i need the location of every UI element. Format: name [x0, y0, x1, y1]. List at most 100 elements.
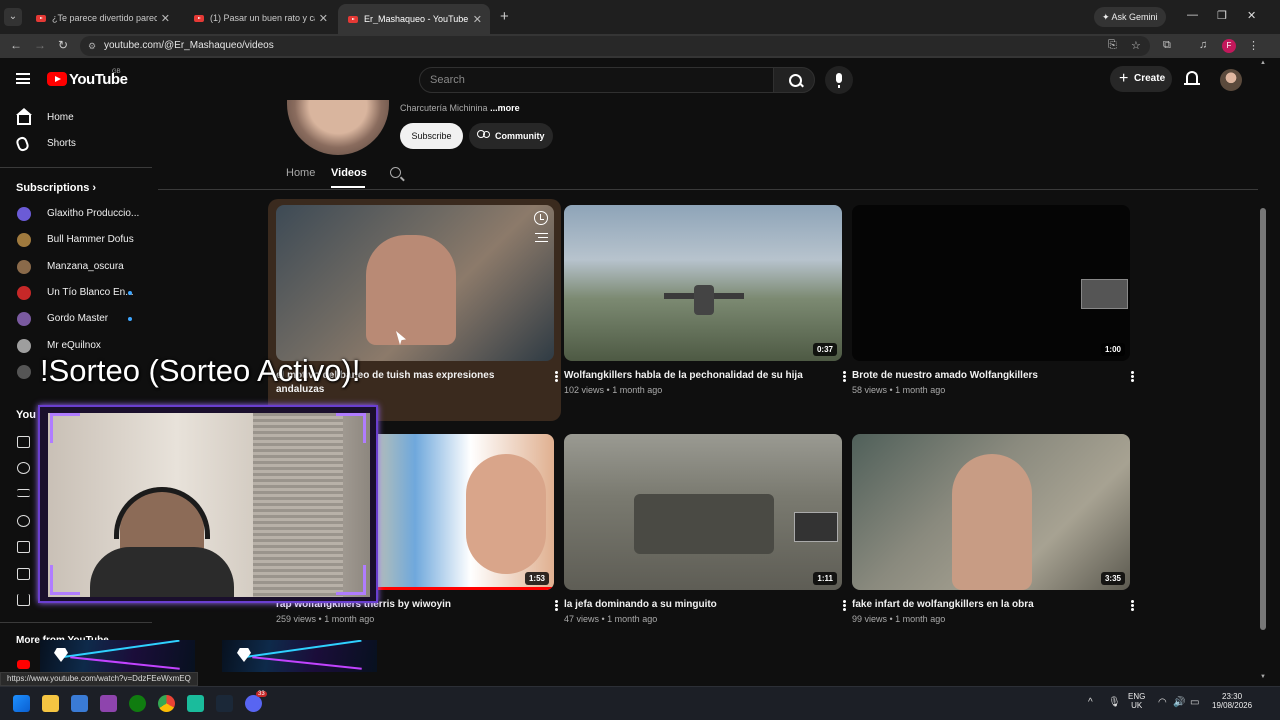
you-heading[interactable]: You [16, 409, 36, 421]
account-avatar[interactable] [1220, 69, 1242, 91]
sidebar-subscription[interactable]: Manzana_oscura [0, 254, 150, 280]
back-icon[interactable]: ← [10, 38, 22, 52]
volume-icon[interactable]: 🔊 [1173, 697, 1185, 708]
your-channel-icon[interactable] [17, 436, 30, 448]
start-menu-icon[interactable] [13, 695, 30, 712]
frame-corner [50, 565, 80, 595]
channel-avatar-large[interactable] [287, 100, 389, 155]
menu-icon[interactable] [16, 73, 30, 84]
restore-icon[interactable]: ❐ [1217, 9, 1227, 22]
youtube-premium-icon[interactable] [17, 660, 30, 669]
forward-icon[interactable]: → [34, 38, 46, 52]
media-control-icon[interactable]: ♫ [1199, 39, 1207, 51]
tab-videos[interactable]: Videos [331, 167, 367, 179]
extensions-icon[interactable]: ⧉ [1163, 39, 1171, 52]
video-title[interactable]: fake infart de wolfangkillers en la obra [852, 598, 1102, 612]
close-window-icon[interactable]: ✕ [1247, 9, 1256, 22]
steam-icon[interactable] [216, 695, 233, 712]
video-thumbnail[interactable] [276, 205, 554, 361]
tab-search-button[interactable]: ⌄ [4, 8, 22, 26]
video-duration: 1:53 [524, 572, 549, 585]
app-icon[interactable] [187, 695, 204, 712]
your-videos-icon[interactable] [17, 568, 30, 580]
scrollbar-thumb[interactable] [1260, 208, 1266, 630]
browser-toolbar: ← → ↻ ⚙ youtube.com/@Er_Mashaqueo/videos… [0, 34, 1280, 58]
browser-tab[interactable]: ¿Te parece divertido parecer un ✕ [26, 6, 178, 30]
close-tab-icon[interactable]: ✕ [161, 12, 170, 25]
video-card[interactable]: 1:00 Brote de nuestro amado Wolfangkille… [852, 205, 1134, 395]
video-menu-icon[interactable] [1131, 600, 1134, 603]
site-info-icon[interactable]: ⚙ [88, 36, 96, 56]
new-tab-button[interactable]: + [500, 8, 509, 25]
video-menu-icon[interactable] [843, 371, 846, 374]
video-card[interactable]: 0:37 Wolfangkillers habla de la pechonal… [564, 205, 846, 395]
sidebar-subscription[interactable]: Gordo Master [0, 306, 150, 332]
video-title[interactable]: Brote de nuestro amado Wolfangkillers [852, 369, 1102, 383]
sidebar-subscription[interactable]: Glaxitho Produccio... [0, 201, 150, 227]
video-card[interactable]: 1:11 la jefa dominando a su minguito 47 … [564, 434, 846, 624]
subscribe-button[interactable]: Subscribe [400, 123, 463, 149]
watch-later-icon[interactable] [534, 211, 548, 225]
subscriptions-heading[interactable]: Subscriptions › [16, 182, 96, 194]
sidebar-item-home[interactable]: Home [0, 105, 150, 131]
browser-tab[interactable]: (1) Pasar un buen rato y cabrea ✕ [184, 6, 336, 30]
community-button[interactable]: Community [469, 123, 553, 149]
ask-gemini-button[interactable]: ✦ Ask Gemini [1094, 7, 1166, 27]
page-scrollbar[interactable]: ▲ ▼ [1258, 58, 1270, 686]
history-icon[interactable] [17, 462, 30, 474]
video-thumbnail[interactable]: 3:35 [852, 434, 1130, 590]
browser-menu-icon[interactable]: ⋮ [1248, 39, 1259, 52]
close-tab-icon[interactable]: ✕ [473, 13, 482, 26]
browser-tab-active[interactable]: Er_Mashaqueo - YouTube ✕ [338, 4, 490, 34]
channel-description[interactable]: Charcutería Michinina ...more [400, 103, 520, 113]
voice-search-icon[interactable] [825, 66, 853, 94]
microphone-icon[interactable]: 🎙 [1108, 697, 1121, 708]
chrome-icon[interactable] [158, 695, 175, 712]
add-to-queue-icon[interactable] [535, 233, 548, 242]
tab-home[interactable]: Home [286, 167, 315, 179]
more-link[interactable]: ...more [490, 103, 520, 113]
video-thumbnail[interactable]: 0:37 [564, 205, 842, 361]
search-input[interactable]: Search [419, 67, 775, 93]
store-icon[interactable] [71, 695, 88, 712]
scroll-down-icon[interactable]: ▼ [1260, 674, 1266, 680]
file-explorer-icon[interactable] [42, 695, 59, 712]
reload-icon[interactable]: ↻ [58, 38, 68, 52]
show-hidden-icons[interactable]: ^ [1088, 697, 1093, 708]
bookmark-star-icon[interactable]: ☆ [1131, 39, 1141, 52]
video-menu-icon[interactable] [1131, 371, 1134, 374]
create-button[interactable]: Create [1110, 66, 1172, 92]
browser-profile-avatar[interactable]: F [1222, 39, 1236, 53]
sidebar-item-shorts[interactable]: Shorts [0, 131, 150, 157]
obs-icon[interactable] [100, 695, 117, 712]
battery-icon[interactable]: ▭ [1190, 697, 1199, 708]
watch-later-icon[interactable] [17, 515, 30, 527]
wifi-icon[interactable]: ◠ [1158, 697, 1167, 708]
search-button[interactable] [773, 67, 815, 93]
notifications-bell-icon[interactable] [1184, 71, 1200, 85]
address-bar[interactable]: ⚙ youtube.com/@Er_Mashaqueo/videos [80, 36, 1150, 56]
video-card[interactable]: 3:35 fake infart de wolfangkillers en la… [852, 434, 1134, 624]
discord-icon[interactable] [245, 695, 262, 712]
xbox-icon[interactable] [129, 695, 146, 712]
sidebar-subscription[interactable]: Un Tío Blanco En... [0, 280, 150, 306]
video-title[interactable]: la jefa dominando a su minguito [564, 598, 814, 612]
sidebar-subscription[interactable]: Bull Hammer Dofus [0, 227, 150, 253]
language-indicator[interactable]: ENG UK [1128, 692, 1145, 710]
install-app-icon[interactable]: ⎘ [1108, 39, 1117, 52]
clock[interactable]: 23:30 19/08/2026 [1212, 692, 1252, 710]
video-thumbnail[interactable]: 1:00 [852, 205, 1130, 361]
video-menu-icon[interactable] [555, 600, 558, 603]
youtube-logo-icon[interactable] [47, 72, 67, 86]
channel-search-icon[interactable] [390, 167, 401, 178]
downloads-icon[interactable] [17, 594, 30, 606]
video-thumbnail[interactable]: 1:11 [564, 434, 842, 590]
video-menu-icon[interactable] [555, 371, 558, 374]
playlists-icon[interactable] [17, 489, 30, 497]
minimize-icon[interactable]: — [1187, 9, 1198, 21]
video-title[interactable]: Wolfangkillers habla de la pechonalidad … [564, 369, 814, 383]
close-tab-icon[interactable]: ✕ [319, 12, 328, 25]
video-menu-icon[interactable] [843, 600, 846, 603]
liked-videos-icon[interactable] [17, 541, 30, 553]
scroll-up-icon[interactable]: ▲ [1260, 60, 1266, 66]
